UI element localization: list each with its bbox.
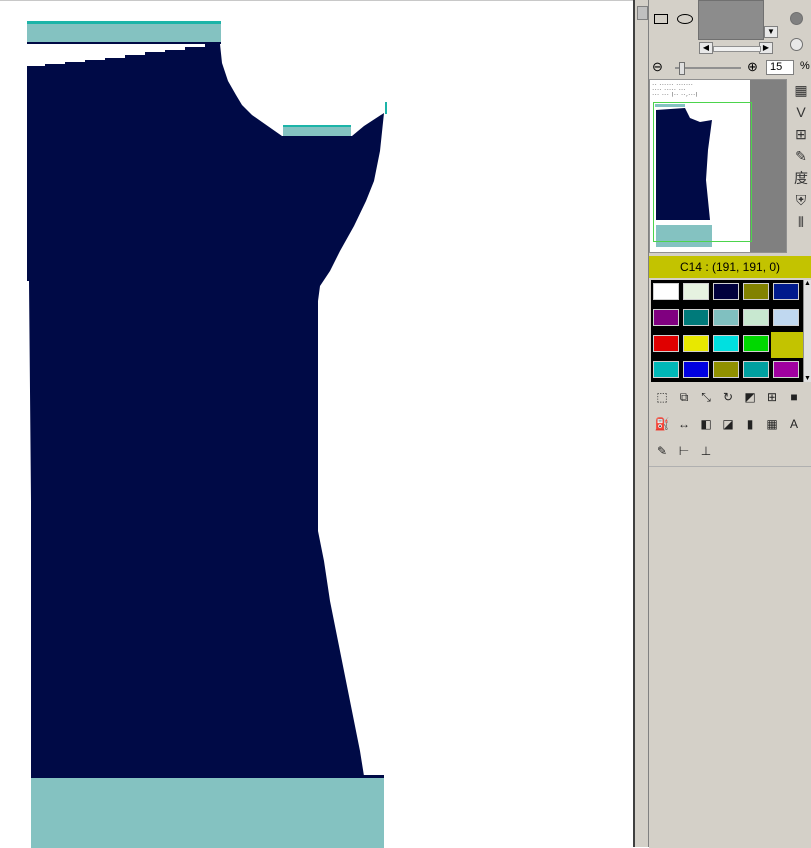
invert-icon[interactable]: ◧ [697,415,715,433]
rotate-360-icon[interactable]: ↻ [719,388,737,406]
shoulder-seam-edge [283,125,351,127]
zoom-unit: % [800,60,810,72]
grid-icon[interactable]: ▦ [793,81,809,99]
color-swatch[interactable] [683,309,709,326]
color-swatch[interactable] [771,332,803,358]
lines-icon[interactable]: ⦀ [793,213,809,231]
color-swatch[interactable] [713,309,739,326]
color-swatch[interactable] [683,283,709,300]
link-icon[interactable]: ↔ [675,415,693,433]
scroll-left-button[interactable]: ◀ [699,42,713,54]
align-h-icon[interactable]: ⊢ [675,442,693,460]
split-icon[interactable]: ⊞ [763,388,781,406]
gradient-icon[interactable]: ◪ [719,415,737,433]
color-swatch[interactable] [683,361,709,378]
color-swatch[interactable] [713,335,739,352]
dropdown-arrow-button[interactable]: ▼ [764,26,778,38]
zoom-out-icon[interactable]: ⊖ [652,59,663,75]
zoom-control: ⊖ ⊕ 15 % [649,59,811,77]
hem-seam-band [31,778,384,848]
color-swatch[interactable] [743,309,769,326]
panel-splitter[interactable] [633,0,649,847]
drawing-canvas[interactable] [0,0,633,848]
pen-icon[interactable]: ✎ [653,442,671,460]
color-swatch[interactable] [683,335,709,352]
color-swatch[interactable] [743,335,769,352]
color-status-bar: C14 : (191, 191, 0) [649,256,811,278]
grid-2-icon[interactable]: ⊞ [793,125,809,143]
overview-navigator[interactable]: -- ------ ------- ---- ----- --- --- ---… [649,79,787,253]
color-palette [651,280,803,382]
shoulder-seam-band [283,126,351,136]
side-toolbar: ▦ V ⊞ ✎ 度 ⛨ ⦀ [790,79,811,253]
hem-seam-line [31,775,384,778]
shape-preview [698,0,764,40]
text-a-icon[interactable]: A [785,415,803,433]
color-swatch[interactable] [653,361,679,378]
rectangle-tool-icon[interactable] [654,14,668,24]
zoom-input[interactable]: 15 [766,60,794,75]
color-swatch[interactable] [653,335,679,352]
properties-panel [649,466,811,848]
v-shape-icon[interactable]: V [793,103,809,121]
overview-background [750,80,786,252]
color-swatch[interactable] [653,283,679,300]
arrow-right-icon: ▶ [762,43,770,52]
color-swatch[interactable] [713,283,739,300]
neck-marker [385,102,387,114]
color-swatch[interactable] [773,309,799,326]
overview-viewport-frame[interactable] [653,102,752,242]
h-scroll-track[interactable] [713,46,761,52]
radio-option-1[interactable] [790,12,803,25]
chart-icon[interactable]: ▦ [763,415,781,433]
zoom-in-icon[interactable]: ⊕ [747,59,758,75]
scale-icon[interactable]: ⤡ [697,388,715,406]
top-seam-line [27,42,221,44]
dropdown-arrow-icon: ▼ [767,27,775,36]
pen-icon[interactable]: ✎ [793,147,809,165]
align-v-icon[interactable]: ⊥ [697,442,715,460]
scroll-down-icon[interactable]: ▼ [804,375,811,382]
color-swatch[interactable] [743,361,769,378]
color-swatch[interactable] [773,283,799,300]
color-swatch[interactable] [743,283,769,300]
fill-black-icon[interactable]: ■ [785,388,803,406]
color-swatch[interactable] [653,309,679,326]
scroll-right-button[interactable]: ▶ [759,42,773,54]
ellipse-tool-icon[interactable] [677,14,693,24]
garment-drawing [27,21,387,848]
scrollbar-thumb[interactable] [637,6,648,20]
shield-icon[interactable]: ⛨ [793,191,809,209]
top-seam-edge [27,21,221,24]
radio-option-2[interactable] [790,38,803,51]
bucket-icon[interactable]: ⛽ [653,415,671,433]
garment-body [27,44,384,776]
level-icon[interactable]: ▮ [741,415,759,433]
scroll-up-icon[interactable]: ▲ [804,280,811,287]
copy-icon[interactable]: ⧉ [675,388,693,406]
color-swatch[interactable] [713,361,739,378]
tool-panel: ▼ ◀ ▶ ⊖ ⊕ 15 % -- ------ ------- ---- --… [649,0,811,848]
select-icon[interactable]: ⬚ [653,388,671,406]
top-seam-band [27,23,221,42]
degree-icon[interactable]: 度 [793,169,809,187]
mirror-icon[interactable]: ◩ [741,388,759,406]
arrow-left-icon: ◀ [702,43,710,52]
zoom-slider-thumb[interactable] [679,62,685,75]
color-swatch[interactable] [773,361,799,378]
palette-scrollbar[interactable]: ▲ ▼ [803,280,811,382]
